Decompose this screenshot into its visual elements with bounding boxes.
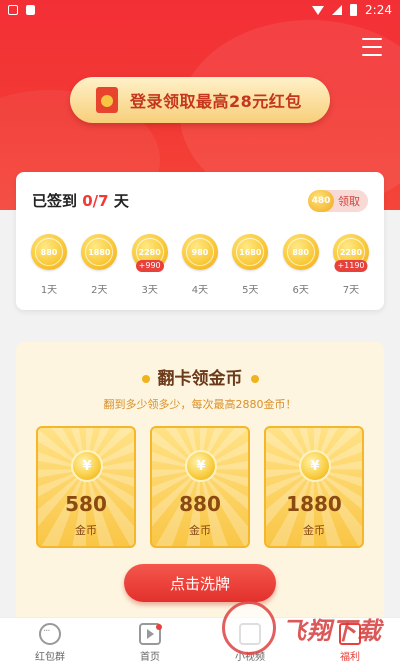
chat-icon [39,622,61,645]
checkin-days: 880 1天 1880 2天 2280 +990 3天 980 4天 1680 … [26,234,374,296]
login-redpacket-button[interactable]: 登录领取最高28元红包 [70,77,330,123]
claim-coin-badge: 480 [308,190,334,212]
reward-unit: 金币 [75,524,97,537]
flip-card-section: 翻卡领金币 翻到多少领多少，每次最高2880金币！ ¥ 580 金币 ¥ 880… [16,342,384,632]
signal-icon [332,5,343,15]
day-label: 1天 [40,285,58,296]
login-button-label: 登录领取最高28元红包 [130,92,302,111]
claim-label: 领取 [338,195,360,208]
checkin-day[interactable]: 1880 2天 [76,234,122,296]
reward-card[interactable]: ¥ 1880 金币 [264,426,364,548]
coin-icon: 980 [181,234,218,270]
menu-icon-line [362,46,382,48]
red-packet-icon [96,87,118,113]
nav-item-redpacket-group[interactable]: 红包群 [0,618,100,667]
checkin-title-prefix: 已签到 [32,192,83,210]
reward-card[interactable]: ¥ 880 金币 [150,426,250,548]
checkin-progress: 0/7 [82,192,109,210]
day-bonus-badge: +990 [135,260,164,272]
coin-dot-icon [141,375,150,383]
shuffle-button[interactable]: 点击洗牌 [124,564,276,602]
reward-cards: ¥ 580 金币 ¥ 880 金币 ¥ 1880 金币 [36,426,364,548]
checkin-card: 已签到 0/7 天 480 领取 880 1天 1880 2天 2280 +99… [16,172,384,310]
reward-amount: 880 [179,492,221,516]
day-coin-value: 1880 [85,238,114,266]
nav-item-home[interactable]: 首页 [100,618,200,667]
reward-card[interactable]: ¥ 580 金币 [36,426,136,548]
flip-subtitle: 翻到多少领多少，每次最高2880金币！ [103,398,297,411]
checkin-title-suffix: 天 [108,192,129,210]
day-label: 6天 [292,285,309,296]
gift-icon [339,622,361,645]
flip-title-text: 翻卡领金币 [157,369,243,389]
nav-item-short-video[interactable]: 小视频 [200,618,300,667]
flip-title: 翻卡领金币 [16,364,384,389]
reward-amount: 1880 [286,492,342,516]
checkin-day[interactable]: 880 1天 [26,234,72,296]
menu-icon-line [362,38,382,40]
status-time: 2:24 [365,3,392,17]
day-label: 7天 [342,285,360,296]
image-notification-icon [8,5,18,15]
checkin-day[interactable]: 2280 +1190 7天 [328,234,374,296]
menu-icon-line [362,54,382,56]
reward-unit: 金币 [189,524,211,537]
checkin-day[interactable]: 880 6天 [278,234,324,296]
day-coin-value: 880 [35,238,63,266]
wifi-icon [312,5,325,15]
status-bar: 2:24 [0,0,400,20]
nav-label: 首页 [140,651,160,663]
day-bonus-badge: +1190 [334,260,368,272]
notification-dot [156,624,162,630]
checkin-day[interactable]: 2280 +990 3天 [127,234,173,296]
coin-dot-icon [250,375,259,383]
day-label: 5天 [242,285,259,296]
yuan-coin-icon: ¥ [71,450,103,482]
coin-icon: 1680 [232,234,269,270]
checkin-title: 已签到 0/7 天 [32,190,129,211]
day-coin-value: 980 [185,238,214,266]
coin-icon: 1880 [81,234,118,270]
yuan-coin-icon: ¥ [185,450,217,482]
checkin-day[interactable]: 1680 5天 [227,234,273,296]
yuan-coin-icon: ¥ [299,450,331,482]
day-coin-value: 1680 [236,238,265,266]
nav-label: 小视频 [235,651,265,663]
claim-button[interactable]: 480 领取 [308,190,368,212]
day-label: 2天 [91,285,108,296]
reward-unit: 金币 [303,524,325,537]
battery-icon [350,4,358,16]
bottom-nav: 红包群 首页 小视频 福利 [0,617,400,667]
day-coin-value: 880 [286,238,315,266]
video-icon [239,622,261,645]
day-label: 3天 [141,285,158,296]
day-label: 4天 [191,285,209,296]
nav-label: 红包群 [35,651,65,663]
coin-icon: 880 [31,234,67,270]
reward-amount: 580 [65,492,107,516]
menu-button[interactable] [362,38,382,56]
checkin-day[interactable]: 980 4天 [177,234,223,296]
coin-icon: 880 [282,234,319,270]
nav-item-welfare[interactable]: 福利 [300,618,400,667]
app-notification-icon [26,5,35,15]
nav-label: 福利 [340,651,360,663]
